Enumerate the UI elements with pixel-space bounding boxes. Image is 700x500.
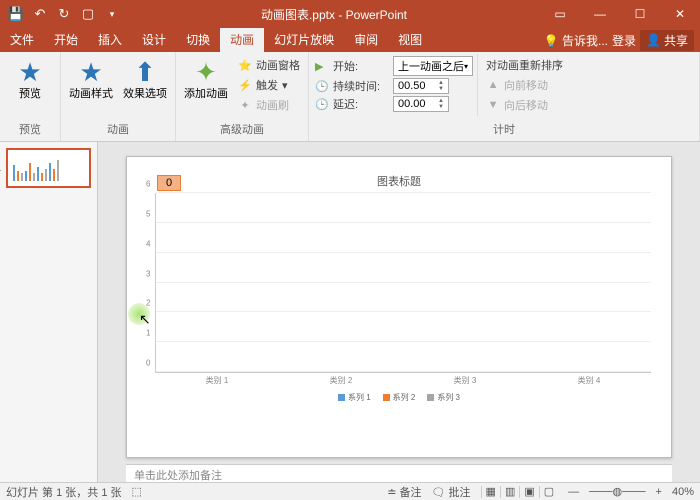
zoom-level[interactable]: 40% <box>672 486 694 498</box>
close-icon[interactable]: ✕ <box>660 0 700 28</box>
effect-options-button[interactable]: ⬆ 效果选项 <box>119 54 171 103</box>
down-icon: ▼ <box>486 99 500 111</box>
pane-icon: ⭐ <box>238 59 252 72</box>
quick-access-toolbar: 💾 ↶ ↻ ▢ ▾ <box>0 4 128 24</box>
signin[interactable]: 登录 <box>612 32 636 49</box>
tab-design[interactable]: 设计 <box>132 28 176 52</box>
slide-canvas[interactable]: 0 图表标题 0123456 类别 1类别 2类别 3类别 4 系列 1系列 2… <box>126 156 672 458</box>
tell-me[interactable]: 💡 告诉我... <box>544 32 608 49</box>
duration-spinner[interactable]: 00.50▲▼ <box>393 78 449 94</box>
tab-insert[interactable]: 插入 <box>88 28 132 52</box>
window-title: 动画图表.pptx - PowerPoint <box>128 6 540 23</box>
ribbon: ★ 预览 预览 ★ 动画样式 ⬆ 效果选项 动画 ✦ 添加动画 ⭐动画窗格 <box>0 52 700 142</box>
lang-indicator[interactable]: ⬚ <box>132 485 142 498</box>
group-preview: 预览 <box>4 119 56 139</box>
group-advanced: 高级动画 <box>180 119 304 139</box>
maximize-icon[interactable]: ☐ <box>620 0 660 28</box>
tab-review[interactable]: 审阅 <box>344 28 388 52</box>
preview-button[interactable]: ★ 预览 <box>4 54 56 103</box>
move-backward-button[interactable]: ▼向后移动 <box>484 96 565 114</box>
slide-thumbnail-1[interactable]: ★ <box>6 148 91 188</box>
workspace: ★ 0 图表标题 0123456 类别 1类别 2类别 3类别 4 系列 1系列… <box>0 142 700 482</box>
zoom-in[interactable]: + <box>656 486 662 498</box>
status-bar: 幻灯片 第 1 张，共 1 张 ⬚ ≐ 备注 🗨 批注 ▦▥▣▢ — ───◍─… <box>0 482 700 500</box>
animation-order-badge[interactable]: 0 <box>157 175 181 191</box>
share-button[interactable]: 👤共享 <box>640 30 694 51</box>
tab-file[interactable]: 文件 <box>0 28 44 52</box>
slide-counter: 幻灯片 第 1 张，共 1 张 <box>6 484 122 500</box>
qat-dropdown-icon[interactable]: ▾ <box>102 4 122 24</box>
slide-thumbnails[interactable]: ★ <box>0 142 98 482</box>
star-icon: ★ <box>79 56 102 88</box>
tab-slideshow[interactable]: 幻灯片放映 <box>264 28 344 52</box>
trigger-button[interactable]: ⚡触发 ▾ <box>236 76 302 94</box>
painter-icon: ✦ <box>238 99 252 112</box>
star-plus-icon: ✦ <box>195 56 217 88</box>
tab-view[interactable]: 视图 <box>388 28 432 52</box>
ribbon-options-icon[interactable]: ▭ <box>540 0 580 28</box>
thumbnail-chart <box>11 153 86 183</box>
tab-transitions[interactable]: 切换 <box>176 28 220 52</box>
notes-toggle[interactable]: ≐ 备注 <box>387 484 421 500</box>
zoom-out[interactable]: — <box>568 486 579 498</box>
move-forward-button[interactable]: ▲向前移动 <box>484 76 565 94</box>
undo-icon[interactable]: ↶ <box>30 4 50 24</box>
minimize-icon[interactable]: — <box>580 0 620 28</box>
animation-painter-button[interactable]: ✦动画刷 <box>236 96 302 114</box>
delay-icon: 🕒 <box>315 98 329 111</box>
start-label: 开始: <box>333 58 389 74</box>
cursor-indicator: ↖ <box>128 303 150 325</box>
trigger-icon: ⚡ <box>238 79 252 92</box>
delay-label: 延迟: <box>333 96 389 112</box>
chart-x-labels: 类别 1类别 2类别 3类别 4 <box>155 375 651 386</box>
play-icon: ▶ <box>315 60 329 73</box>
animation-indicator-icon: ★ <box>0 166 2 177</box>
chart-plot: 0123456 <box>155 193 651 373</box>
animation-style-button[interactable]: ★ 动画样式 <box>65 54 117 103</box>
view-buttons[interactable]: ▦▥▣▢ <box>481 485 559 498</box>
save-icon[interactable]: 💾 <box>6 4 26 24</box>
chart-title: 图表标题 <box>147 173 651 189</box>
share-icon: 👤 <box>646 33 661 47</box>
zoom-slider[interactable]: ───◍─── <box>589 485 645 498</box>
add-animation-button[interactable]: ✦ 添加动画 <box>180 54 232 103</box>
title-bar: 💾 ↶ ↻ ▢ ▾ 动画图表.pptx - PowerPoint ▭ — ☐ ✕ <box>0 0 700 28</box>
clock-icon: 🕒 <box>315 80 329 93</box>
delay-spinner[interactable]: 00.00▲▼ <box>393 96 449 112</box>
start-dropdown[interactable]: 上一动画之后▾ <box>393 56 473 76</box>
ribbon-tabs: 文件 开始 插入 设计 切换 动画 幻灯片放映 审阅 视图 💡 告诉我... 登… <box>0 28 700 52</box>
notes-pane[interactable]: 单击此处添加备注 <box>126 464 672 482</box>
tab-home[interactable]: 开始 <box>44 28 88 52</box>
arrow-up-icon: ⬆ <box>134 56 156 88</box>
chart-legend: 系列 1系列 2系列 3 <box>147 392 651 403</box>
up-icon: ▲ <box>486 79 500 91</box>
group-animation: 动画 <box>65 119 171 139</box>
comments-toggle[interactable]: 🗨 批注 <box>432 484 471 500</box>
tab-animations[interactable]: 动画 <box>220 28 264 52</box>
start-from-beginning-icon[interactable]: ▢ <box>78 4 98 24</box>
animation-pane-button[interactable]: ⭐动画窗格 <box>236 56 302 74</box>
group-timing: 计时 <box>313 119 695 139</box>
star-play-icon: ★ <box>18 56 41 88</box>
duration-label: 持续时间: <box>333 78 389 94</box>
reorder-label: 对动画重新排序 <box>484 56 565 74</box>
redo-icon[interactable]: ↻ <box>54 4 74 24</box>
